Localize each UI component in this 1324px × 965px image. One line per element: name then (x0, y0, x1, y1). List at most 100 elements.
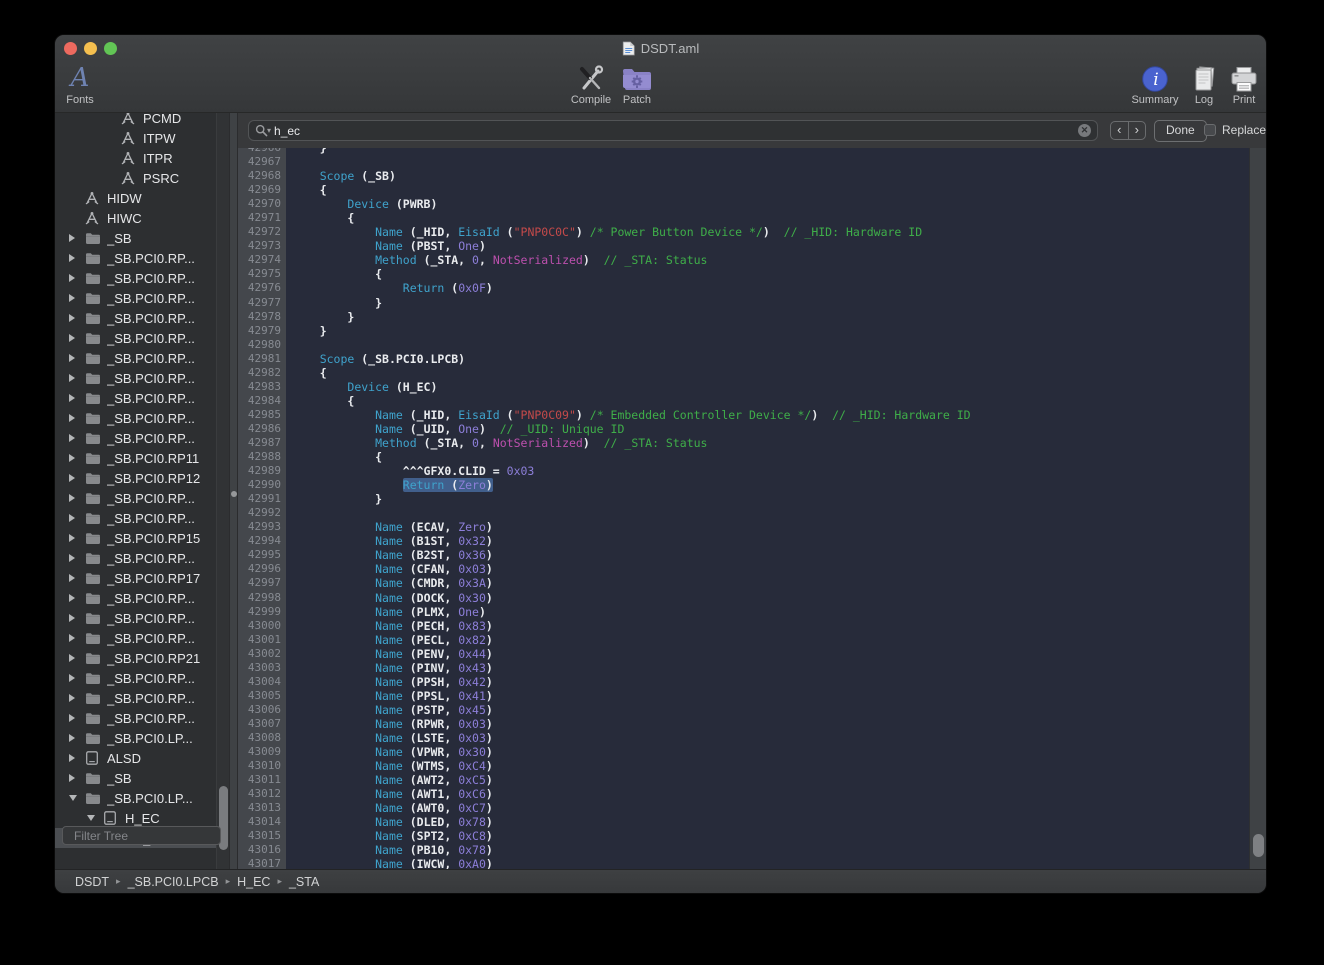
tree-item--sb-pci0-rp11[interactable]: _SB.PCI0.RP11 (55, 448, 216, 468)
find-previous-button[interactable]: ‹ (1111, 122, 1129, 139)
code-line[interactable]: 42993 Name (ECAV, Zero) (238, 520, 1266, 534)
filter-input[interactable] (72, 828, 231, 844)
tree-item-psrc[interactable]: PSRC (55, 168, 216, 188)
tree-item--sb-pci0-rp-[interactable]: _SB.PCI0.RP... (55, 688, 216, 708)
patch-button[interactable]: Patch (602, 64, 672, 106)
code-line[interactable]: 42979 } (238, 324, 1266, 338)
code-line[interactable]: 43017 Name (IWCW, 0xA0) (238, 857, 1266, 869)
tree-item--sb-pci0-rp-[interactable]: _SB.PCI0.RP... (55, 668, 216, 688)
disclosure-triangle-icon[interactable] (69, 694, 75, 702)
code-line[interactable]: 42981 Scope (_SB.PCI0.LPCB) (238, 352, 1266, 366)
disclosure-triangle-icon[interactable] (69, 334, 75, 342)
code-line[interactable]: 42973 Name (PBST, One) (238, 239, 1266, 253)
disclosure-triangle-icon[interactable] (69, 574, 75, 582)
tree-item--sb-pci0-rp-[interactable]: _SB.PCI0.RP... (55, 548, 216, 568)
replace-checkbox[interactable] (1204, 124, 1216, 136)
code-line[interactable]: 43007 Name (RPWR, 0x03) (238, 717, 1266, 731)
code-line[interactable]: 42992 (238, 506, 1266, 520)
editor-scrollbar[interactable] (1249, 148, 1266, 869)
breadcrumb-item[interactable]: _STA (289, 875, 319, 889)
clear-search-icon[interactable]: ✕ (1078, 124, 1091, 137)
close-button[interactable] (64, 42, 77, 55)
disclosure-triangle-icon[interactable] (69, 634, 75, 642)
tree-item--sb-pci0-rp-[interactable]: _SB.PCI0.RP... (55, 428, 216, 448)
code-line[interactable]: 42998 Name (DOCK, 0x30) (238, 591, 1266, 605)
tree-item--sb-pci0-lp-[interactable]: _SB.PCI0.LP... (55, 788, 216, 808)
filter-field[interactable] (62, 826, 221, 845)
fonts-button[interactable]: A Fonts (55, 64, 115, 106)
editor-scrollbar-thumb[interactable] (1253, 834, 1264, 857)
tree-item--sb-pci0-rp-[interactable]: _SB.PCI0.RP... (55, 708, 216, 728)
code-line[interactable]: 42976 Return (0x0F) (238, 281, 1266, 295)
find-next-button[interactable]: › (1129, 122, 1146, 139)
disclosure-triangle-icon[interactable] (69, 294, 75, 302)
disclosure-triangle-icon[interactable] (69, 795, 77, 801)
find-field[interactable]: ▾ ✕ (248, 120, 1098, 141)
tree-item--sb-pci0-rp-[interactable]: _SB.PCI0.RP... (55, 388, 216, 408)
done-button[interactable]: Done (1154, 120, 1207, 142)
breadcrumb-item[interactable]: H_EC (237, 875, 270, 889)
code-line[interactable]: 42977 } (238, 296, 1266, 310)
disclosure-triangle-icon[interactable] (69, 394, 75, 402)
code-line[interactable]: 43006 Name (PSTP, 0x45) (238, 703, 1266, 717)
disclosure-triangle-icon[interactable] (69, 474, 75, 482)
disclosure-triangle-icon[interactable] (69, 434, 75, 442)
code-line[interactable]: 42966 } (238, 148, 1266, 155)
tree-item--sb-pci0-rp-[interactable]: _SB.PCI0.RP... (55, 488, 216, 508)
tree-item--sb-pci0-rp-[interactable]: _SB.PCI0.RP... (55, 368, 216, 388)
disclosure-triangle-icon[interactable] (69, 454, 75, 462)
code-editor[interactable]: 42966 }4296742968 Scope (_SB)42969 {4297… (238, 148, 1266, 869)
minimize-button[interactable] (84, 42, 97, 55)
disclosure-triangle-icon[interactable] (69, 734, 75, 742)
code-line[interactable]: 43000 Name (PECH, 0x83) (238, 619, 1266, 633)
breadcrumb-item[interactable]: DSDT (75, 875, 109, 889)
tree-item-hiwc[interactable]: HIWC (55, 208, 216, 228)
code-line[interactable]: 43010 Name (WTMS, 0xC4) (238, 759, 1266, 773)
document-proxy-icon[interactable] (622, 41, 635, 56)
print-button[interactable]: Print (1209, 64, 1266, 106)
disclosure-triangle-icon[interactable] (69, 714, 75, 722)
code-line[interactable]: 42997 Name (CMDR, 0x3A) (238, 576, 1266, 590)
disclosure-triangle-icon[interactable] (69, 314, 75, 322)
split-divider[interactable] (229, 113, 238, 869)
search-menu-chevron-icon[interactable]: ▾ (267, 126, 271, 135)
tree-item-pcmd[interactable]: PCMD (55, 113, 216, 128)
code-line[interactable]: 43004 Name (PPSH, 0x42) (238, 675, 1266, 689)
sidebar-scrollbar[interactable] (216, 113, 230, 869)
disclosure-triangle-icon[interactable] (69, 754, 75, 762)
code-line[interactable]: 42986 Name (_UID, One) // _UID: Unique I… (238, 422, 1266, 436)
tree-item--sb-pci0-rp-[interactable]: _SB.PCI0.RP... (55, 268, 216, 288)
disclosure-triangle-icon[interactable] (69, 554, 75, 562)
disclosure-triangle-icon[interactable] (69, 614, 75, 622)
tree-item--sb-pci0-lp-[interactable]: _SB.PCI0.LP... (55, 728, 216, 748)
disclosure-triangle-icon[interactable] (69, 674, 75, 682)
code-line[interactable]: 42974 Method (_STA, 0, NotSerialized) //… (238, 253, 1266, 267)
tree-item--sb-pci0-rp-[interactable]: _SB.PCI0.RP... (55, 408, 216, 428)
disclosure-triangle-icon[interactable] (69, 274, 75, 282)
zoom-button[interactable] (104, 42, 117, 55)
code-line[interactable]: 43003 Name (PINV, 0x43) (238, 661, 1266, 675)
code-line[interactable]: 42972 Name (_HID, EisaId ("PNP0C0C") /* … (238, 225, 1266, 239)
code-line[interactable]: 42983 Device (H_EC) (238, 380, 1266, 394)
tree-item--sb[interactable]: _SB (55, 228, 216, 248)
divider-dimple-icon[interactable] (231, 491, 237, 497)
tree-item-hidw[interactable]: HIDW (55, 188, 216, 208)
code-line[interactable]: 43012 Name (AWT1, 0xC6) (238, 787, 1266, 801)
code-line[interactable]: 42991 } (238, 492, 1266, 506)
code-line[interactable]: 43009 Name (VPWR, 0x30) (238, 745, 1266, 759)
disclosure-triangle-icon[interactable] (69, 654, 75, 662)
code-line[interactable]: 42969 { (238, 183, 1266, 197)
tree-item--sb-pci0-rp-[interactable]: _SB.PCI0.RP... (55, 348, 216, 368)
tree-item-alsd[interactable]: ALSD (55, 748, 216, 768)
code-line[interactable]: 42995 Name (B2ST, 0x36) (238, 548, 1266, 562)
code-line[interactable]: 43002 Name (PENV, 0x44) (238, 647, 1266, 661)
disclosure-triangle-icon[interactable] (69, 594, 75, 602)
code-line[interactable]: 42988 { (238, 450, 1266, 464)
code-line[interactable]: 42978 } (238, 310, 1266, 324)
find-input[interactable] (274, 124, 1078, 138)
code-line[interactable]: 43001 Name (PECL, 0x82) (238, 633, 1266, 647)
code-line[interactable]: 42984 { (238, 394, 1266, 408)
disclosure-triangle-icon[interactable] (69, 414, 75, 422)
disclosure-triangle-icon[interactable] (69, 234, 75, 242)
code-line[interactable]: 43016 Name (PB10, 0x78) (238, 843, 1266, 857)
